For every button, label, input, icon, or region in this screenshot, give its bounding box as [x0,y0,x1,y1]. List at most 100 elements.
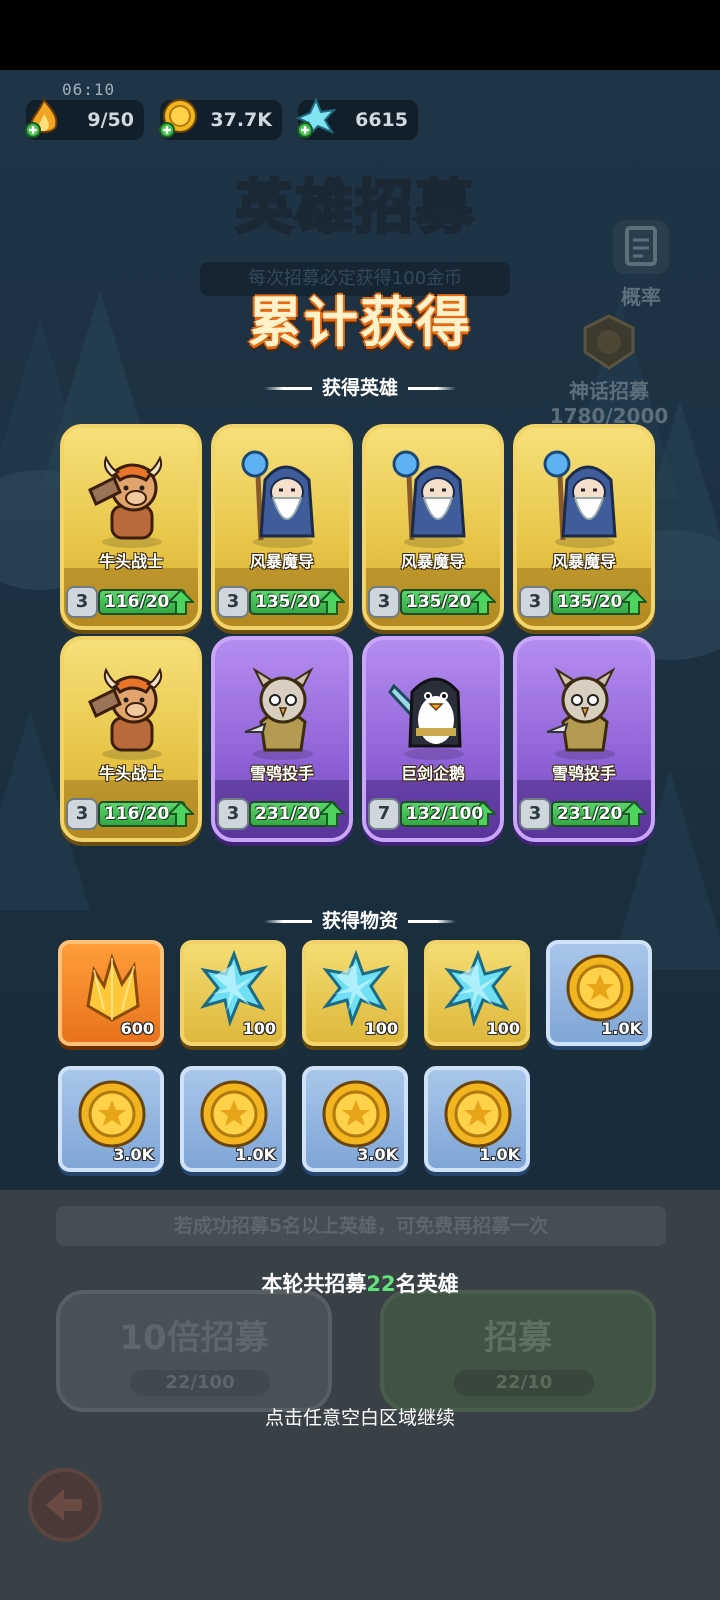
hero-name: 雪鸮投手 [249,764,314,783]
snow-owl-thrower-icon [235,662,331,762]
document-icon [613,220,669,274]
ten-pull-count: 22/100 [130,1370,270,1396]
upgrade-arrow-icon [319,800,345,827]
hero-progress-text: 132/100 [406,804,484,824]
hero-card[interactable]: 牛头战士 3 116/20 [60,636,202,842]
hero-card[interactable]: 雪鸮投手 3 231/20 [513,636,655,842]
stamina-value: 9/50 [87,109,134,131]
hero-progress-text: 231/20 [255,804,321,824]
item-quantity: 1.0K [479,1145,520,1164]
storm-mage-icon [386,450,482,550]
gold-counter[interactable]: 37.7K [159,99,282,140]
item-quantity: 600 [120,1019,154,1038]
heroes-section-label: 获得英雄 [321,377,398,399]
reward-item[interactable]: 1.0K [180,1066,286,1172]
reward-item[interactable]: 100 [180,940,286,1046]
items-section-header: 获得物资 [0,906,720,933]
hero-name: 风暴魔导 [400,552,465,571]
reward-item[interactable]: 3.0K [302,1066,408,1172]
gold-coin-icon [562,950,638,1026]
hero-name: 巨剑企鹅 [400,764,465,783]
single-pull-count: 22/10 [454,1370,594,1396]
status-bar [0,0,720,70]
clock: 06:10 [62,80,116,99]
reward-item[interactable]: 1.0K [546,940,652,1046]
reward-item[interactable]: 1.0K [424,1066,530,1172]
item-quantity: 100 [486,1019,520,1038]
hero-name: 雪鸮投手 [551,764,616,783]
hero-card[interactable]: 风暴魔导 3 135/20 [362,424,504,630]
upgrade-arrow-icon [621,800,647,827]
reward-title: 累计获得 [248,291,472,354]
hero-level-badge: 7 [368,798,400,830]
single-pull-button[interactable]: 招募 22/10 [380,1290,656,1412]
ten-pull-label: 10倍招募 [119,1318,269,1358]
hero-progress-text: 116/20 [104,592,170,612]
minotaur-warrior-icon [84,450,180,550]
free-recruit-hint: 若成功招募5名以上英雄，可免费再招募一次 [56,1206,666,1246]
blue-crystal-plus-icon [295,97,337,139]
hero-progress-text: 135/20 [557,592,623,612]
reward-item[interactable]: 100 [424,940,530,1046]
reward-item[interactable]: 100 [302,940,408,1046]
hero-level-badge: 3 [519,798,551,830]
hero-level-badge: 3 [217,586,249,618]
storm-mage-icon [235,450,331,550]
hero-card[interactable]: 风暴魔导 3 135/20 [513,424,655,630]
crystal-counter[interactable]: 6615 [295,97,418,140]
reward-item[interactable]: 600 [58,940,164,1046]
hero-card[interactable]: 牛头战士 3 116/20 [60,424,202,630]
minotaur-warrior-icon [84,662,180,762]
item-quantity: 1.0K [601,1019,642,1038]
snow-owl-thrower-icon [537,662,633,762]
hero-progress-text: 231/20 [557,804,623,824]
hero-name: 风暴魔导 [551,552,616,571]
hero-level-badge: 3 [519,586,551,618]
recruit-title: 英雄招募 [233,172,475,243]
hero-shard-progress: 132/100 [400,801,488,827]
heroes-section-header: 获得英雄 [0,373,720,400]
hero-name: 牛头战士 [98,764,163,783]
divider [263,920,312,923]
blue-crystal-icon [440,949,516,1027]
item-quantity: 3.0K [113,1145,154,1164]
gold-coin-icon [440,1076,516,1152]
hero-progress-text: 116/20 [104,804,170,824]
blue-crystal-icon [196,949,272,1027]
continue-hint[interactable]: 点击任意空白区域继续 [0,1403,720,1430]
upgrade-arrow-icon [168,800,194,827]
total-count: 22 [366,1272,396,1296]
hero-card[interactable]: 巨剑企鹅 7 132/100 [362,636,504,842]
crystal-value: 6615 [355,109,408,131]
hero-level-badge: 3 [66,798,98,830]
hero-card[interactable]: 风暴魔导 3 135/20 [211,424,353,630]
ten-pull-button[interactable]: 10倍招募 22/100 [56,1290,332,1412]
reward-item[interactable]: 3.0K [58,1066,164,1172]
divider [263,387,312,390]
storm-mage-icon [537,450,633,550]
hero-level-badge: 3 [217,798,249,830]
fire-stamina-icon [25,98,58,138]
total-suffix: 名英雄 [395,1272,459,1296]
greatsword-penguin-icon [386,662,482,762]
hero-progress-text: 135/20 [406,592,472,612]
item-quantity: 100 [364,1019,398,1038]
back-button[interactable] [28,1468,102,1542]
gold-coin-icon [196,1076,272,1152]
stamina-counter[interactable]: 9/50 [25,98,144,140]
item-quantity: 100 [242,1019,276,1038]
hero-level-badge: 3 [66,586,98,618]
hero-progress-text: 135/20 [255,592,321,612]
gold-coin-icon [318,1076,394,1152]
hero-card[interactable]: 雪鸮投手 3 231/20 [211,636,353,842]
hero-name: 牛头战士 [98,552,163,571]
back-arrow-icon [46,1489,82,1521]
upgrade-arrow-icon [621,588,647,615]
gold-value: 37.7K [210,109,272,131]
upgrade-arrow-icon [168,588,194,615]
upgrade-arrow-icon [470,588,496,615]
hero-level-badge: 3 [368,586,400,618]
upgrade-arrow-icon [319,588,345,615]
item-quantity: 3.0K [357,1145,398,1164]
total-prefix: 本轮共招募 [261,1272,367,1296]
